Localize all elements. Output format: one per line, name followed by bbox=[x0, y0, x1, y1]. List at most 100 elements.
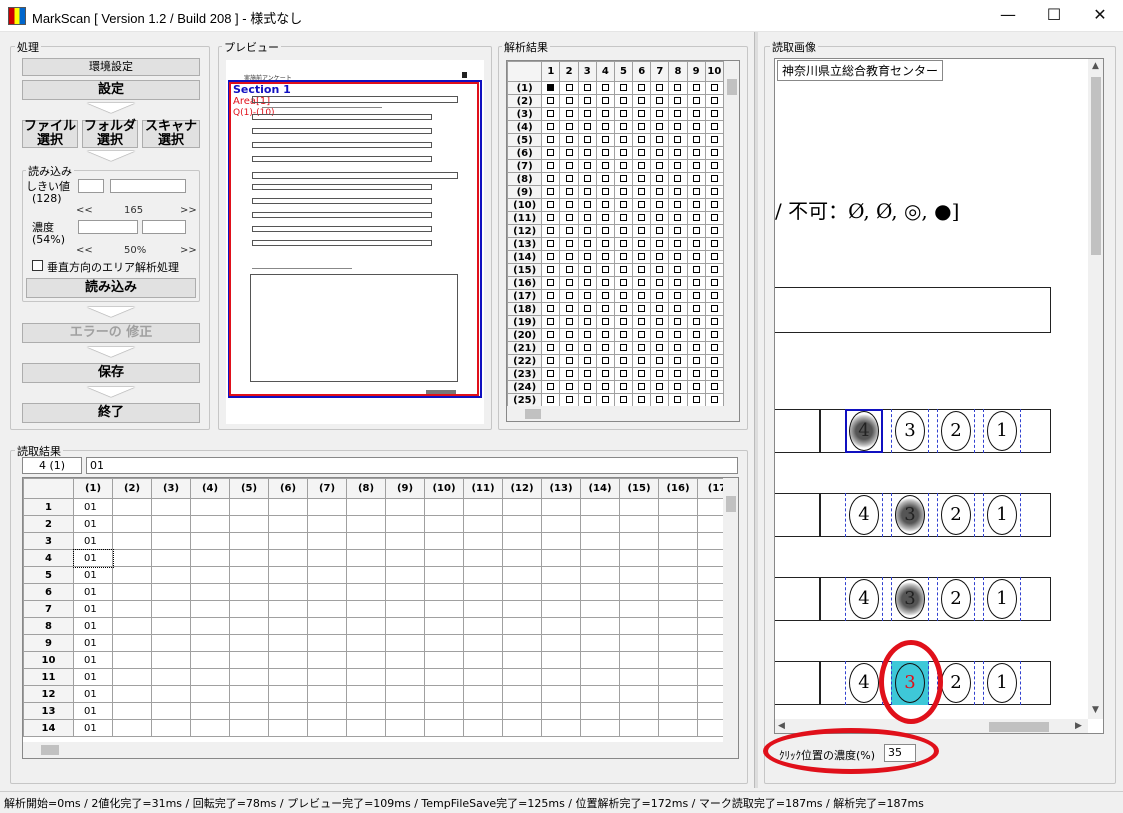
results-cell[interactable] bbox=[229, 600, 269, 618]
results-cell[interactable] bbox=[580, 583, 620, 601]
analysis-cell[interactable] bbox=[686, 393, 706, 407]
analysis-cell[interactable] bbox=[595, 393, 615, 407]
mark-checkbox[interactable] bbox=[656, 214, 664, 221]
mark-checkbox[interactable] bbox=[583, 227, 591, 234]
results-cell[interactable] bbox=[151, 566, 191, 584]
results-cell[interactable] bbox=[463, 685, 503, 703]
analysis-cell[interactable] bbox=[686, 328, 706, 342]
analysis-cell[interactable] bbox=[541, 289, 561, 303]
analysis-cell[interactable] bbox=[668, 198, 688, 212]
results-cell[interactable] bbox=[307, 651, 347, 669]
analysis-cell[interactable] bbox=[632, 341, 652, 355]
analysis-cell[interactable] bbox=[632, 185, 652, 199]
mark-checkbox[interactable] bbox=[656, 279, 664, 286]
mark-checkbox[interactable] bbox=[638, 396, 646, 403]
results-cell[interactable] bbox=[541, 719, 581, 737]
analysis-cell[interactable] bbox=[613, 94, 634, 108]
results-cell[interactable] bbox=[346, 515, 386, 533]
results-cell[interactable] bbox=[229, 617, 269, 635]
mark-checkbox[interactable] bbox=[656, 240, 664, 247]
analysis-cell[interactable] bbox=[595, 380, 615, 394]
mark-checkbox[interactable] bbox=[565, 84, 573, 91]
analysis-cell[interactable] bbox=[541, 315, 561, 329]
mark-checkbox[interactable] bbox=[638, 136, 646, 143]
analysis-cell[interactable] bbox=[613, 302, 634, 316]
analysis-cell[interactable] bbox=[613, 211, 634, 225]
results-cell[interactable] bbox=[541, 498, 581, 516]
analysis-cell[interactable] bbox=[559, 354, 579, 368]
mark-checkbox[interactable] bbox=[547, 318, 555, 325]
results-cell[interactable] bbox=[307, 532, 347, 550]
analysis-cell[interactable] bbox=[668, 159, 688, 173]
analysis-cell[interactable] bbox=[613, 146, 634, 160]
mark-checkbox[interactable] bbox=[656, 305, 664, 312]
mark-checkbox[interactable] bbox=[710, 201, 718, 208]
mark-checkbox[interactable] bbox=[638, 123, 646, 130]
mark-checkbox[interactable] bbox=[692, 240, 700, 247]
results-cell[interactable] bbox=[229, 532, 269, 550]
analysis-cell[interactable] bbox=[668, 354, 688, 368]
analysis-cell[interactable] bbox=[613, 107, 634, 121]
mark-checkbox[interactable] bbox=[638, 227, 646, 234]
analysis-cell[interactable] bbox=[595, 198, 615, 212]
results-cell[interactable] bbox=[307, 600, 347, 618]
mark-checkbox[interactable] bbox=[620, 149, 628, 156]
results-cell[interactable] bbox=[385, 617, 425, 635]
mark-checkbox[interactable] bbox=[656, 123, 664, 130]
analysis-cell[interactable] bbox=[632, 237, 652, 251]
mark-checkbox[interactable] bbox=[565, 357, 573, 364]
analysis-cell[interactable] bbox=[650, 289, 670, 303]
mark-checkbox[interactable] bbox=[601, 84, 609, 91]
results-cell[interactable] bbox=[151, 498, 191, 516]
results-cell[interactable]: 01 bbox=[73, 685, 113, 703]
analysis-cell[interactable] bbox=[668, 94, 688, 108]
results-cell[interactable] bbox=[619, 498, 659, 516]
results-cell[interactable] bbox=[580, 617, 620, 635]
results-cell[interactable] bbox=[580, 515, 620, 533]
mark-checkbox[interactable] bbox=[710, 266, 718, 273]
results-cell[interactable] bbox=[541, 685, 581, 703]
analysis-cell[interactable] bbox=[559, 146, 579, 160]
analysis-cell[interactable] bbox=[632, 276, 652, 290]
mark-checkbox[interactable] bbox=[710, 318, 718, 325]
analysis-cell[interactable] bbox=[595, 341, 615, 355]
mark-checkbox[interactable] bbox=[565, 305, 573, 312]
results-cell[interactable] bbox=[346, 617, 386, 635]
analysis-cell[interactable] bbox=[668, 224, 688, 238]
mark-checkbox[interactable] bbox=[674, 383, 682, 390]
analysis-cell[interactable] bbox=[650, 328, 670, 342]
mark-checkbox[interactable] bbox=[710, 162, 718, 169]
scan-bubble[interactable]: 1 bbox=[987, 495, 1017, 535]
scan-bubble[interactable]: 4 bbox=[849, 579, 879, 619]
results-cell[interactable] bbox=[502, 583, 542, 601]
results-cell[interactable]: 01 bbox=[73, 617, 113, 635]
results-cell[interactable] bbox=[385, 498, 425, 516]
mark-checkbox[interactable] bbox=[692, 305, 700, 312]
mark-checkbox[interactable] bbox=[656, 266, 664, 273]
results-cell[interactable] bbox=[346, 651, 386, 669]
mark-checkbox[interactable] bbox=[547, 227, 555, 234]
analysis-cell[interactable] bbox=[541, 328, 561, 342]
mark-checkbox[interactable] bbox=[710, 344, 718, 351]
results-cell[interactable] bbox=[619, 549, 659, 567]
analysis-vscroll-thumb[interactable] bbox=[727, 79, 737, 95]
results-cell[interactable] bbox=[541, 668, 581, 686]
mark-checkbox[interactable] bbox=[674, 253, 682, 260]
mark-checkbox[interactable] bbox=[601, 344, 609, 351]
mark-checkbox[interactable] bbox=[547, 175, 555, 182]
analysis-cell[interactable] bbox=[577, 302, 597, 316]
mark-checkbox[interactable] bbox=[620, 331, 628, 338]
analysis-cell[interactable] bbox=[650, 94, 670, 108]
mark-checkbox[interactable] bbox=[638, 110, 646, 117]
results-cell[interactable]: 01 bbox=[73, 583, 113, 601]
density-slider[interactable] bbox=[142, 220, 186, 234]
scan-image-view[interactable]: 神奈川県立総合教育センター / 不可：Ø, Ø, ◎, ●] 432143214… bbox=[774, 58, 1104, 734]
analysis-cell[interactable] bbox=[541, 354, 561, 368]
analysis-cell[interactable] bbox=[577, 224, 597, 238]
results-cell[interactable] bbox=[502, 515, 542, 533]
analysis-cell[interactable] bbox=[595, 146, 615, 160]
results-cell[interactable] bbox=[268, 634, 308, 652]
results-cell[interactable] bbox=[502, 532, 542, 550]
results-cell[interactable] bbox=[580, 719, 620, 737]
results-cell[interactable] bbox=[190, 651, 230, 669]
